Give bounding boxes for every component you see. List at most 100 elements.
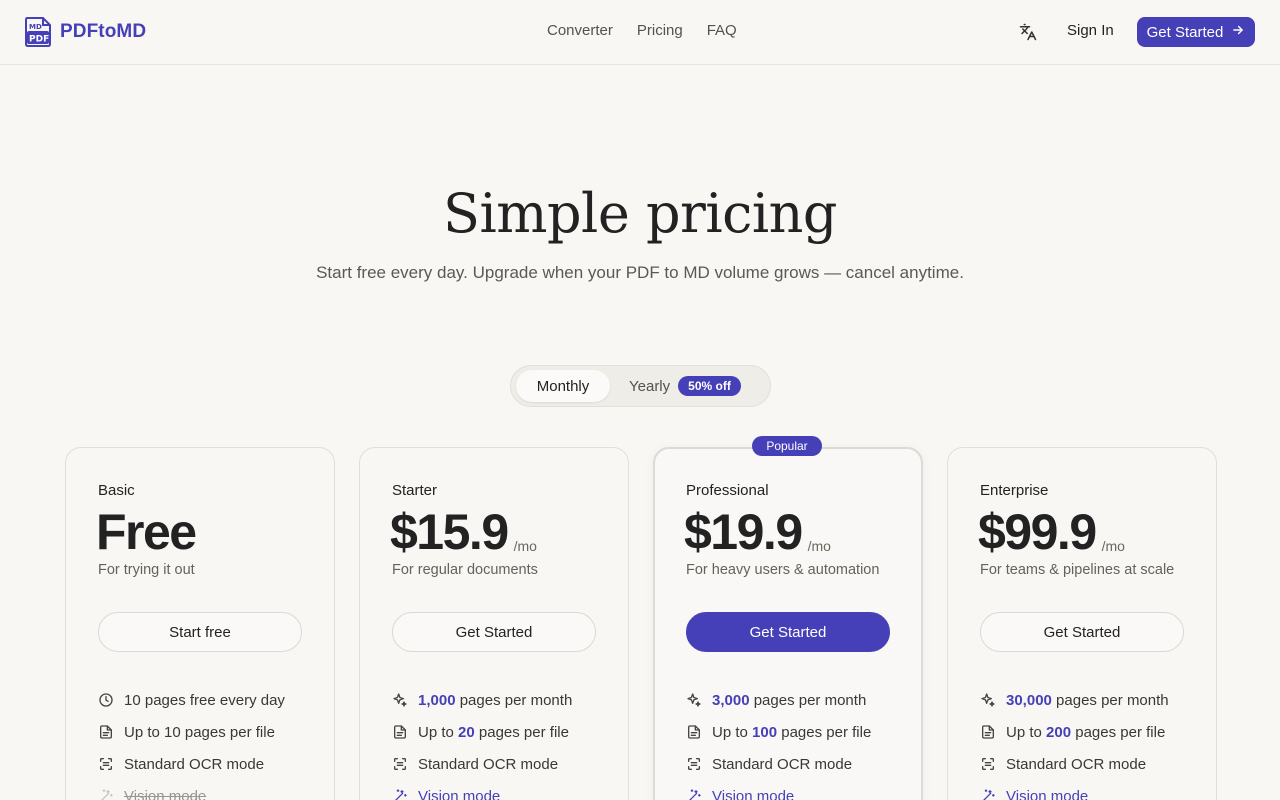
scan-icon	[98, 756, 114, 772]
feature-text: Up to 20 pages per file	[418, 724, 569, 741]
feature-text: Up to 200 pages per file	[1006, 724, 1165, 741]
feature-suffix: Standard OCR mode	[124, 755, 265, 773]
svg-text:PDF: PDF	[29, 35, 49, 45]
feature-item: Vision mode	[392, 780, 572, 800]
feature-list: 30,000 pages per month Up to 200 pages pe…	[980, 684, 1169, 800]
price-period: /mo	[807, 538, 831, 554]
feature-value: 1,000	[418, 691, 456, 709]
pdf-md-logo-icon: MD PDF	[24, 17, 52, 47]
feature-text: Vision mode	[418, 787, 501, 800]
billing-monthly-option[interactable]: Monthly	[516, 370, 610, 402]
top-navbar: MD PDF PDFtoMD Converter Pricing FAQ Sig…	[0, 0, 1280, 65]
magic-wand-icon	[392, 788, 408, 800]
feature-suffix: pages per month	[455, 691, 573, 709]
svg-text:MD: MD	[29, 23, 42, 31]
plan-description: For trying it out	[98, 562, 195, 578]
feature-suffix: pages per month	[749, 691, 867, 709]
document-icon	[980, 724, 996, 740]
scan-icon	[392, 756, 408, 772]
feature-prefix: Up to	[1006, 723, 1047, 741]
feature-text: Standard OCR mode	[124, 756, 264, 773]
page-title: Simple pricing	[443, 182, 837, 245]
brand-name: PDFtoMD	[60, 21, 147, 42]
plan-price: $19.9	[684, 504, 803, 560]
nav-link-faq[interactable]: FAQ	[707, 22, 737, 39]
feature-text: Standard OCR mode	[1006, 756, 1146, 773]
feature-suffix: Standard OCR mode	[712, 755, 853, 773]
price-row: Free	[96, 502, 197, 562]
plan-card-basic: Basic Free For trying it out Start free …	[65, 447, 335, 800]
plan-card-professional: Professional $19.9 /mo For heavy users &…	[653, 447, 923, 800]
sign-in-link[interactable]: Sign In	[1067, 22, 1114, 39]
feature-text: Vision mode	[1006, 787, 1089, 800]
scan-icon	[980, 756, 996, 772]
plan-description: For teams & pipelines at scale	[980, 562, 1175, 578]
document-icon	[686, 724, 702, 740]
feature-item: Up to 100 pages per file	[686, 716, 871, 748]
magic-wand-icon	[980, 788, 996, 800]
plan-price: Free	[96, 504, 197, 560]
document-icon	[392, 724, 408, 740]
price-row: $99.9 /mo	[978, 502, 1125, 562]
scan-icon	[686, 756, 702, 772]
feature-item: Standard OCR mode	[980, 748, 1169, 780]
price-row: $15.9 /mo	[390, 502, 537, 562]
sparkle-icon	[980, 692, 996, 708]
feature-text: Standard OCR mode	[418, 756, 558, 773]
feature-item: Standard OCR mode	[686, 748, 871, 780]
sparkle-icon	[392, 692, 408, 708]
feature-list: 3,000 pages per month Up to 100 pages per…	[686, 684, 871, 800]
discount-badge: 50% off	[678, 376, 741, 396]
get-started-label: Get Started	[1146, 23, 1224, 41]
feature-item: Vision mode	[98, 780, 285, 800]
translate-icon[interactable]	[1019, 23, 1037, 41]
feature-suffix: Standard OCR mode	[418, 755, 559, 773]
plan-cta-button[interactable]: Get Started	[686, 612, 890, 652]
feature-item: Up to 200 pages per file	[980, 716, 1169, 748]
feature-suffix: pages per file	[474, 723, 569, 741]
feature-suffix: Up to 10 pages per file	[124, 723, 275, 741]
feature-item: 3,000 pages per month	[686, 684, 871, 716]
feature-list: 1,000 pages per month Up to 20 pages per …	[392, 684, 572, 800]
feature-suffix: pages per file	[777, 723, 872, 741]
plan-description: For regular documents	[392, 562, 538, 578]
feature-suffix: Standard OCR mode	[1006, 755, 1147, 773]
feature-list: 10 pages free every day Up to 10 pages pe…	[98, 684, 285, 800]
nav-link-converter[interactable]: Converter	[547, 22, 613, 39]
feature-item: 1,000 pages per month	[392, 684, 572, 716]
plan-name: Starter	[392, 482, 438, 499]
main-nav: Converter Pricing FAQ	[547, 22, 737, 39]
feature-value: 30,000	[1006, 691, 1052, 709]
plan-cta-button[interactable]: Get Started	[980, 612, 1184, 652]
plan-cta-button[interactable]: Get Started	[392, 612, 596, 652]
plan-card-starter: Starter $15.9 /mo For regular documents …	[359, 447, 629, 800]
feature-item: Standard OCR mode	[392, 748, 572, 780]
feature-text: Standard OCR mode	[712, 756, 852, 773]
feature-item: Up to 20 pages per file	[392, 716, 572, 748]
arrow-right-icon	[1231, 23, 1245, 41]
price-period: /mo	[1101, 538, 1125, 554]
plan-name: Professional	[686, 482, 769, 499]
plan-name: Basic	[98, 482, 135, 499]
magic-wand-icon	[686, 788, 702, 800]
brand-logo[interactable]: MD PDF PDFtoMD	[24, 17, 146, 47]
feature-text: Vision mode	[124, 787, 207, 800]
feature-item: Up to 10 pages per file	[98, 716, 285, 748]
plan-card-enterprise: Enterprise $99.9 /mo For teams & pipelin…	[947, 447, 1217, 800]
get-started-header-button[interactable]: Get Started	[1137, 17, 1255, 47]
feature-suffix: pages per month	[1051, 691, 1169, 709]
page-subtitle: Start free every day. Upgrade when your …	[316, 263, 964, 282]
feature-item: Vision mode	[686, 780, 871, 800]
price-row: $19.9 /mo	[684, 502, 831, 562]
price-period: /mo	[513, 538, 537, 554]
nav-link-pricing[interactable]: Pricing	[637, 22, 683, 39]
billing-yearly-option[interactable]: Yearly 50% off	[629, 370, 741, 402]
feature-value: 100	[752, 723, 778, 741]
plan-price: $99.9	[978, 504, 1097, 560]
feature-suffix: pages per file	[1071, 723, 1166, 741]
feature-text: 1,000 pages per month	[418, 692, 572, 709]
plan-cta-button[interactable]: Start free	[98, 612, 302, 652]
clock-icon	[98, 692, 114, 708]
popular-badge: Popular	[752, 436, 822, 456]
magic-wand-icon	[98, 788, 114, 800]
